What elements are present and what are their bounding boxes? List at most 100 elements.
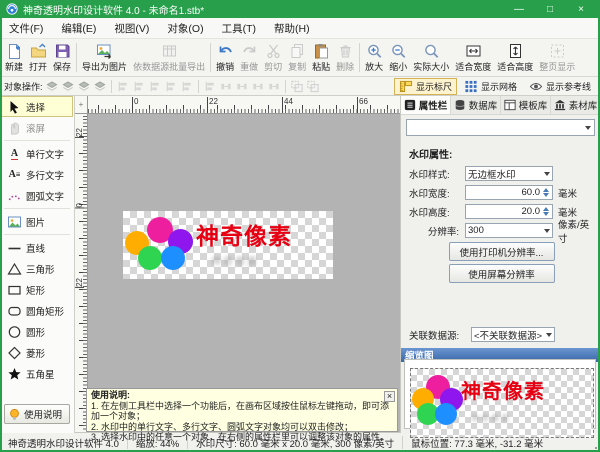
watermark-text[interactable]: 神奇像素 [196,217,292,251]
sidebar-tool-label: 圆弧文字 [26,189,64,203]
menu-item[interactable]: 对象(O) [158,18,212,38]
align-right-icon [148,80,162,93]
view-toggle-label: 显示参考线 [546,80,591,93]
horizontal-ruler: 0224466 [88,96,400,114]
tab-label: 数据库 [469,98,498,112]
toolbar-separator [210,43,211,72]
toolbar-open-folder-button[interactable]: 打开 [26,39,50,76]
sidebar-separator [4,140,70,141]
toolbar-button-label: 整页显示 [539,60,575,73]
maximize-button[interactable]: □ [537,4,563,15]
object-select-combo[interactable] [406,119,595,136]
toolbar-actual-size-button[interactable]: 实际大小 [410,39,452,76]
menu-item[interactable]: 编辑(E) [52,18,105,38]
sidebar-tool-line[interactable]: 直线 [1,237,73,258]
toolbar-fit-height-button[interactable]: 适合高度 [494,39,536,76]
toolbar-export-image-button[interactable]: 导出为图片 [79,39,130,76]
main-area: 选择滚屏A单行文字A≡多行文字圆弧文字图片直线三角形矩形圆角矩形圆形菱形五角星 … [0,96,600,433]
usage-help-button[interactable]: 使用说明 [4,404,70,424]
toolbar-zoom-in-button[interactable]: 放大 [362,39,386,76]
toolbar-zoom-out-button[interactable]: 缩小 [386,39,410,76]
watermark-object[interactable]: 神奇像素 神奇像素 [123,211,333,279]
batch-export-icon [161,43,178,59]
data-source-row: 关联数据源: <不关联数据源> [409,327,594,342]
window-title: 神奇透明水印设计软件 4.0 - 未命名1.stb* [23,2,501,17]
redo-icon [241,43,258,59]
layer-up-icon[interactable] [77,80,91,93]
toolbar-button-label: 适合高度 [497,60,533,73]
design-canvas[interactable]: 神奇像素 神奇像素 [88,114,400,433]
height-value: 20.0 [468,206,540,217]
vruler-label: 0 [75,203,84,208]
minimize-button[interactable]: — [506,4,532,15]
tab-template[interactable]: 模板库 [501,96,551,114]
sidebar-tool-label: 菱形 [26,346,45,360]
dpi-dropdown[interactable]: 300 [465,223,553,238]
sidebar-tool-rounded-rect[interactable]: 圆角矩形 [1,300,73,321]
vruler-label: 22 [75,278,84,288]
menu-item[interactable]: 文件(F) [0,18,52,38]
toolbar-new-doc-button[interactable]: 新建 [2,39,26,76]
width-stepper[interactable]: 60.0 [465,185,553,200]
tab-material[interactable]: 素材库 [551,96,600,114]
circle-bottom-right[interactable] [161,246,185,270]
toolbar-separator [285,80,286,93]
sidebar-tool-circle[interactable]: 圆形 [1,321,73,342]
sidebar-tool-diamond[interactable]: 菱形 [1,342,73,363]
height-label: 水印高度: [409,205,465,219]
printer-resolution-button[interactable]: 使用打印机分辨率... [449,242,555,261]
toolbar-save-button[interactable]: 保存 [50,39,74,76]
tab-props[interactable]: 属性栏 [401,96,451,114]
hruler-label: 22 [207,97,218,113]
bring-front-icon[interactable] [45,80,59,93]
menu-item[interactable]: 工具(T) [213,18,265,38]
circle-bottom-left[interactable] [138,246,162,270]
sidebar-tool-select-cursor[interactable]: 选择 [1,96,73,117]
sidebar-tool-rect[interactable]: 矩形 [1,279,73,300]
sidebar-tool-star[interactable]: 五角星 [1,363,73,384]
align-bottom-icon [203,80,217,93]
menu-item[interactable]: 视图(V) [105,18,158,38]
object-ops-toolbar: 对象操作: 显示标尺显示网格显示参考线 [0,77,600,96]
view-toggle-ruler[interactable]: 显示标尺 [394,78,457,95]
toolbar-separator [111,80,112,93]
height-stepper[interactable]: 20.0 [465,204,553,219]
sidebar-tool-label: 圆角矩形 [26,304,64,318]
toolbar-whole-page-button: 整页显示 [536,39,578,76]
sidebar-tool-label: 单行文字 [26,147,64,161]
sidebar-tool-arc-text[interactable]: 圆弧文字 [1,185,73,206]
layer-down-icon[interactable] [93,80,107,93]
send-back-icon[interactable] [61,80,75,93]
spinner-arrows-icon[interactable] [542,188,550,197]
close-button[interactable]: × [568,4,594,15]
sidebar-separator [4,208,70,209]
toolbar-paste-button[interactable]: 粘贴 [309,39,333,76]
view-toggle-grid[interactable]: 显示网格 [459,78,522,95]
undo-icon [217,43,234,59]
data-source-dropdown[interactable]: <不关联数据源> [471,327,555,342]
sidebar-tool-image[interactable]: 图片 [1,211,73,232]
view-toggle-guides[interactable]: 显示参考线 [524,78,596,95]
instructions-line: 1. 在左侧工具栏中选择一个功能后，在画布区域按住鼠标左键拖动，即可添加一个对象… [91,401,393,422]
toolbar-button-label: 实际大小 [413,60,449,73]
toolbar-button-label: 剪切 [264,60,282,73]
export-image-icon [96,43,113,59]
style-dropdown[interactable]: 无边框水印 [465,166,553,181]
close-icon[interactable]: × [384,391,395,402]
sidebar-tool-multi-text[interactable]: A≡多行文字 [1,164,73,185]
toolbar-undo-button[interactable]: 撤销 [213,39,237,76]
tab-database[interactable]: 数据库 [451,96,501,114]
sidebar-tool-single-text[interactable]: A单行文字 [1,143,73,164]
sidebar-separator [4,234,70,235]
open-folder-icon [30,43,47,59]
tab-label: 属性栏 [419,98,448,112]
screen-resolution-button[interactable]: 使用屏幕分辨率 [449,264,555,283]
thumbnail-area: 缩览图 神奇像素 神奇像素 [401,342,600,433]
resize-grip[interactable] [595,447,597,449]
sidebar-tool-triangle[interactable]: 三角形 [1,258,73,279]
tab-label: 素材库 [569,98,598,112]
rounded-rect-icon [7,304,22,318]
toolbar-fit-width-button[interactable]: 适合宽度 [452,39,494,76]
menu-item[interactable]: 帮助(H) [265,18,319,38]
spinner-arrows-icon[interactable] [542,207,550,216]
